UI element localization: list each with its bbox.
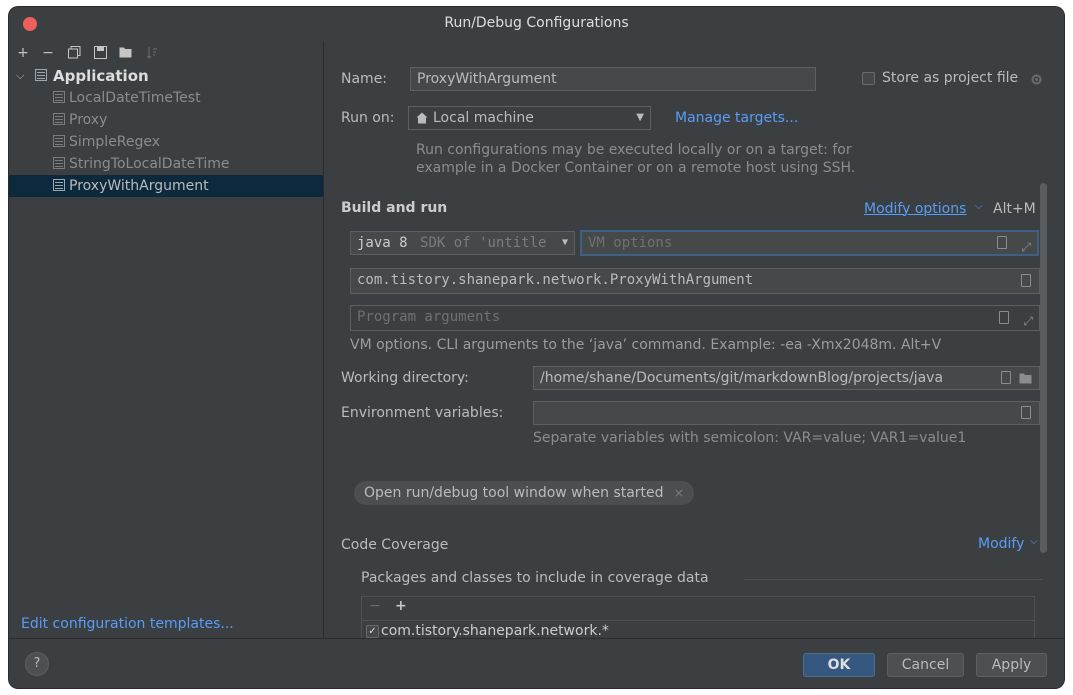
run-on-hint-line-1: Run configurations may be executed local… — [416, 142, 852, 158]
tree-item-proxywithargument[interactable]: ProxyWithArgument — [9, 175, 323, 197]
add-configuration-button[interactable]: + — [14, 43, 32, 63]
title-bar: Run/Debug Configurations — [9, 7, 1064, 41]
build-and-run-heading: Build and run — [341, 200, 448, 216]
run-on-dropdown[interactable]: Local machine ▼ — [408, 106, 651, 130]
expand-text-icon[interactable] — [997, 236, 1007, 249]
run-on-value: Local machine — [433, 110, 534, 126]
edit-configuration-templates-link[interactable]: Edit configuration templates... — [21, 616, 234, 632]
run-on-label: Run on: — [341, 110, 395, 126]
program-arguments-placeholder: Program arguments — [357, 309, 501, 325]
remove-entry-button[interactable]: − — [369, 598, 381, 614]
help-button[interactable]: ? — [25, 652, 49, 676]
code-coverage-heading: Code Coverage — [341, 537, 449, 553]
name-field[interactable]: ProxyWithArgument — [410, 67, 816, 91]
modify-options-link[interactable]: Modify options — [864, 201, 966, 217]
vm-options-placeholder: VM options — [588, 235, 673, 251]
configurations-sidebar: + − ⌵ Application LocalDateTimeTest Prox… — [9, 41, 324, 638]
run-on-hint-line-2: example in a Docker Container or on a re… — [416, 160, 856, 176]
new-folder-icon[interactable] — [117, 43, 135, 63]
modify-options-shortcut: Alt+M — [993, 201, 1036, 217]
tree-item-label: ProxyWithArgument — [69, 178, 209, 194]
sort-configurations-icon[interactable] — [143, 43, 161, 63]
coverage-packages-label: Packages and classes to include in cover… — [361, 570, 709, 586]
name-label: Name: — [341, 71, 388, 87]
dropdown-arrow-icon: ▼ — [636, 112, 644, 123]
table-toolbar: − + — [362, 597, 1034, 621]
browse-class-icon[interactable] — [1021, 274, 1031, 287]
open-tool-window-option-chip[interactable]: Open run/debug tool window when started … — [354, 481, 695, 505]
configuration-icon — [53, 157, 65, 169]
tree-item-simpleregex[interactable]: SimpleRegex — [9, 131, 323, 153]
folder-icon[interactable] — [1019, 372, 1033, 384]
save-configuration-icon[interactable] — [91, 43, 109, 63]
coverage-entry-checkbox[interactable]: ✓ — [366, 625, 379, 638]
manage-targets-link[interactable]: Manage targets... — [675, 110, 798, 126]
tree-item-label: LocalDateTimeTest — [69, 90, 201, 106]
dropdown-arrow-icon: ▼ — [561, 237, 568, 248]
environment-variables-label: Environment variables: — [341, 405, 504, 421]
store-as-project-file-checkbox[interactable] — [862, 72, 875, 85]
ok-button[interactable]: OK — [803, 653, 875, 677]
working-directory-label: Working directory: — [341, 370, 469, 386]
chevron-down-icon[interactable]: ⌵ — [1030, 536, 1038, 547]
remove-configuration-button[interactable]: − — [39, 43, 57, 63]
configuration-editor: Name: ProxyWithArgument Store as project… — [324, 41, 1064, 643]
tree-item-stringtolocaldatetime[interactable]: StringToLocalDateTime — [9, 153, 323, 175]
chevron-down-icon[interactable]: ⌵ — [975, 201, 983, 212]
working-directory-field[interactable]: /home/shane/Documents/git/markdownBlog/p… — [533, 366, 1040, 390]
jdk-selector[interactable]: java 8 SDK of 'untitle ▼ — [350, 231, 575, 255]
dialog-footer: ? OK Cancel Apply — [9, 638, 1064, 688]
tree-item-label: StringToLocalDateTime — [69, 156, 230, 172]
configuration-icon — [53, 135, 65, 147]
modify-coverage-link[interactable]: Modify — [978, 536, 1024, 552]
environment-variables-hint: Separate variables with semicolon: VAR=v… — [533, 430, 967, 446]
tree-item-label: Proxy — [69, 112, 108, 128]
working-directory-value: /home/shane/Documents/git/markdownBlog/p… — [540, 370, 944, 386]
tree-root-label: Application — [53, 67, 149, 85]
tree-node-application[interactable]: ⌵ Application — [9, 65, 323, 87]
add-entry-button[interactable]: + — [395, 598, 407, 614]
chevron-down-icon[interactable]: ⌵ — [16, 65, 24, 87]
run-debug-dialog: Run/Debug Configurations + − ⌵ Applicati… — [9, 7, 1064, 688]
section-divider — [744, 579, 1042, 580]
jdk-version: java 8 — [357, 235, 408, 251]
program-arguments-field[interactable]: Program arguments ⤢ — [350, 305, 1040, 331]
tree-item-localdatetimetest[interactable]: LocalDateTimeTest — [9, 87, 323, 109]
copy-configuration-icon[interactable] — [65, 43, 83, 63]
configuration-icon — [53, 91, 65, 103]
vm-options-field[interactable]: VM options ⤢ — [580, 230, 1039, 256]
main-class-value: com.tistory.shanepark.network.ProxyWithA… — [357, 272, 754, 288]
scrollbar[interactable] — [1040, 183, 1047, 553]
expand-field-icon[interactable]: ⤢ — [1023, 310, 1033, 330]
coverage-packages-table: − + ✓ com.tistory.shanepark.network.* — [361, 596, 1035, 643]
coverage-entry-label: com.tistory.shanepark.network.* — [381, 623, 609, 639]
home-icon — [416, 112, 428, 124]
application-icon — [35, 69, 47, 81]
tree-item-proxy[interactable]: Proxy — [9, 109, 323, 131]
close-icon[interactable]: × — [674, 486, 684, 500]
jdk-detail: SDK of 'untitle — [420, 235, 547, 251]
main-class-field[interactable]: com.tistory.shanepark.network.ProxyWithA… — [350, 268, 1040, 294]
edit-environment-icon[interactable] — [1021, 406, 1031, 419]
store-as-project-file-label: Store as project file — [882, 70, 1019, 86]
environment-variables-field[interactable] — [533, 401, 1040, 425]
tree-item-label: SimpleRegex — [69, 134, 161, 150]
vm-options-hint: VM options. CLI arguments to the ‘java’ … — [350, 337, 942, 353]
expand-text-icon[interactable] — [999, 311, 1009, 324]
apply-button[interactable]: Apply — [976, 653, 1047, 677]
cancel-button[interactable]: Cancel — [887, 653, 964, 677]
insert-macro-icon[interactable] — [1001, 371, 1011, 384]
configuration-icon — [53, 113, 65, 125]
window-title: Run/Debug Configurations — [444, 15, 629, 31]
expand-field-icon[interactable]: ⤢ — [1021, 236, 1031, 254]
gear-icon[interactable] — [1030, 73, 1043, 86]
open-tool-window-option-label: Open run/debug tool window when started — [364, 485, 664, 501]
configuration-icon — [53, 179, 65, 191]
